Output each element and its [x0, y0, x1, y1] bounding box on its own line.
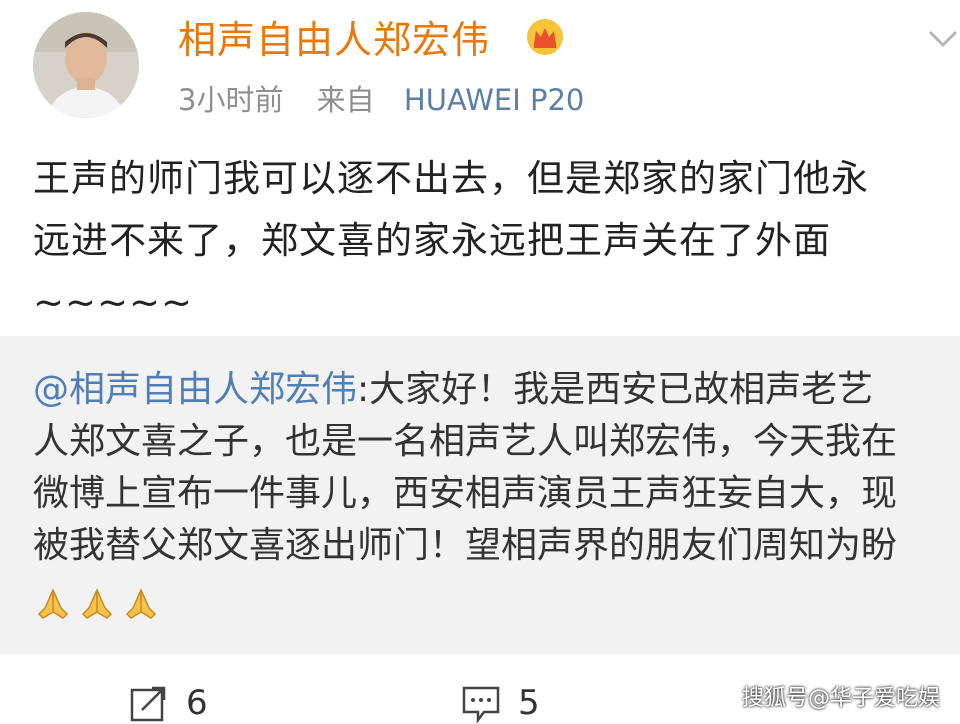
chevron-down-icon[interactable]	[926, 26, 960, 50]
crown-icon	[527, 19, 563, 55]
post-header: 相声自由人郑宏伟 3小时前 来自 HUAWEI P20	[0, 0, 960, 130]
emoji-row	[33, 584, 161, 624]
post-meta: 3小时前 来自 HUAWEI P20	[178, 80, 584, 120]
quoted-line: 被我替父郑文喜逐出师门！望相声界的朋友们周知为盼	[33, 525, 898, 566]
avatar-image	[33, 12, 139, 118]
repost-count: 6	[186, 683, 208, 723]
device-name[interactable]: HUAWEI P20	[404, 83, 584, 117]
praying-hands-icon	[81, 588, 113, 619]
quoted-line: 人郑文喜之子，也是一名相声艺人叫郑宏伟，今天我在	[33, 421, 898, 462]
repost-icon	[130, 686, 166, 722]
quoted-post[interactable]: @相声自由人郑宏伟:大家好！我是西安已故相声老艺 人郑文喜之子，也是一名相声艺人…	[0, 336, 960, 654]
post-time: 3小时前	[178, 83, 284, 117]
quoted-line: :大家好！我是西安已故相声老艺	[357, 369, 874, 410]
mention-link[interactable]: @相声自由人郑宏伟	[33, 369, 357, 410]
post-line: ~~~~~	[33, 281, 194, 324]
comment-button[interactable]: 5	[460, 682, 540, 724]
watermark: 搜狐号@华子爱吃娱	[741, 686, 940, 711]
post-line: 远进不来了，郑文喜的家永远把王声关在了外面	[33, 219, 831, 262]
repost-button[interactable]: 6	[128, 682, 208, 724]
praying-hands-icon	[37, 588, 69, 619]
quoted-text: @相声自由人郑宏伟:大家好！我是西安已故相声老艺 人郑文喜之子，也是一名相声艺人…	[33, 364, 960, 572]
avatar[interactable]	[33, 12, 139, 118]
post-line: 王声的师门我可以逐不出去，但是郑家的家门他永	[33, 157, 869, 200]
comment-count: 5	[518, 683, 540, 723]
post-text: 王声的师门我可以逐不出去，但是郑家的家门他永 远进不来了，郑文喜的家永远把王声关…	[33, 148, 960, 334]
quoted-line: 微博上宣布一件事儿，西安相声演员王声狂妄自大，现	[33, 473, 898, 514]
praying-hands-icon	[125, 588, 157, 619]
username[interactable]: 相声自由人郑宏伟	[178, 16, 490, 64]
source-label: 来自	[316, 83, 375, 117]
comment-icon	[462, 686, 500, 724]
